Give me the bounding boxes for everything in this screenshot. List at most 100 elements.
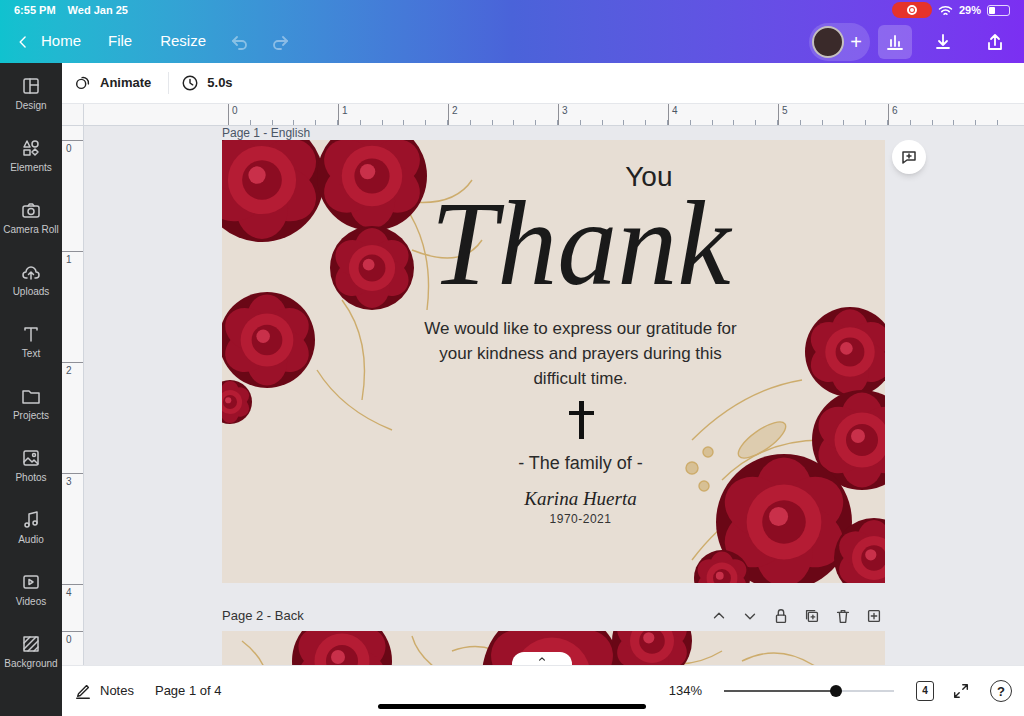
card-title[interactable]: Thank xyxy=(431,192,731,296)
ruler-label: 1 xyxy=(339,104,448,117)
music-note-icon xyxy=(21,510,41,530)
sidebar-label: Elements xyxy=(10,162,52,174)
add-collaborator[interactable]: + xyxy=(850,32,862,52)
sidebar-label: Photos xyxy=(15,472,46,484)
page-label: Page 1 - English xyxy=(222,126,1024,140)
sidebar-item[interactable]: Elements xyxy=(0,125,62,187)
editor: Animate5.0s0123456012340Page 1 - English… xyxy=(62,63,1024,716)
card-message[interactable]: We would like to express our gratitude f… xyxy=(424,316,736,391)
ruler-tick xyxy=(801,120,823,125)
avatar[interactable] xyxy=(812,26,844,58)
sidebar-item[interactable]: Projects xyxy=(0,373,62,435)
lock-icon[interactable] xyxy=(772,607,790,625)
ruler-tick xyxy=(559,120,581,125)
elements-icon xyxy=(21,138,41,158)
status-right: 29% xyxy=(892,2,1010,19)
message-line: We would like to express our gratitude f… xyxy=(424,316,736,341)
status-bar: 6:55 PMWed Jan 2529% xyxy=(0,0,1024,20)
trash-icon[interactable] xyxy=(834,607,852,625)
share-icon xyxy=(985,32,1005,52)
share-button[interactable] xyxy=(978,25,1012,59)
duplicate-icon[interactable] xyxy=(803,607,821,625)
menu-item[interactable]: Resize xyxy=(160,30,206,53)
ruler-tick xyxy=(273,120,295,125)
toolbar: Animate 5.0s xyxy=(62,63,1024,104)
ruler-ticks xyxy=(669,120,778,125)
sidebar-item[interactable]: Background xyxy=(0,621,62,683)
undo-icon[interactable] xyxy=(230,32,250,52)
text-icon xyxy=(21,324,41,344)
top-actions: + xyxy=(809,23,1012,61)
menu: File Resize xyxy=(108,30,206,53)
home-button[interactable]: Home xyxy=(16,30,81,53)
ruler-mark: 0 xyxy=(62,140,83,251)
page-count: 4 xyxy=(922,686,928,696)
redo-icon[interactable] xyxy=(270,32,290,52)
battery-fill xyxy=(989,7,995,14)
ruler-row: 0123456 xyxy=(62,104,1024,126)
download-button[interactable] xyxy=(926,25,960,59)
recording-indicator xyxy=(892,2,932,18)
notes-button[interactable]: Notes xyxy=(74,681,134,701)
page-grid-button[interactable]: 4 xyxy=(916,681,934,701)
deceased-name[interactable]: Karina Huerta xyxy=(524,487,636,511)
photo-icon xyxy=(21,448,41,468)
family-label[interactable]: - The family of - xyxy=(518,451,643,475)
ruler-ticks xyxy=(229,120,338,125)
ruler-tick xyxy=(866,120,888,125)
ruler-mark: 6 xyxy=(888,104,998,125)
page-actions xyxy=(710,607,883,625)
sidebar-label: Camera Roll xyxy=(3,224,59,236)
zoom-slider[interactable] xyxy=(724,690,894,692)
sidebar-item[interactable]: Uploads xyxy=(0,249,62,311)
ruler-tick xyxy=(756,120,778,125)
animate-label: Animate xyxy=(100,73,151,93)
top-bar: 6:55 PMWed Jan 2529% Home File Resize + xyxy=(0,0,1024,63)
help-button[interactable]: ? xyxy=(990,680,1012,702)
sidebar-label: Background xyxy=(4,658,57,670)
sidebar-item[interactable]: Text xyxy=(0,311,62,373)
add-page-icon[interactable] xyxy=(865,607,883,625)
ruler-label: 1 xyxy=(62,252,83,266)
duration-button[interactable]: 5.0s xyxy=(181,73,232,93)
card-title-small[interactable]: You xyxy=(416,162,746,192)
ruler-ticks xyxy=(449,120,558,125)
comment-add-icon xyxy=(899,147,919,167)
ruler-label: 2 xyxy=(62,363,83,377)
design-page[interactable]: YouThank We would like to express our gra… xyxy=(222,140,885,583)
horizontal-ruler: 0123456 xyxy=(84,104,1024,125)
chevron-up-icon[interactable] xyxy=(710,607,728,625)
sidebar-item[interactable]: Audio xyxy=(0,497,62,559)
expand-icon[interactable] xyxy=(952,682,970,700)
sidebar-item[interactable]: Design xyxy=(0,63,62,125)
sidebar-item[interactable]: Camera Roll xyxy=(0,187,62,249)
ruler-tick xyxy=(229,120,251,125)
collaborators[interactable]: + xyxy=(809,23,870,61)
home-indicator[interactable] xyxy=(378,704,646,709)
animate-button[interactable]: Animate xyxy=(74,73,151,93)
ruler-tick xyxy=(954,120,976,125)
zoom-thumb[interactable] xyxy=(830,685,842,697)
cross-icon[interactable] xyxy=(569,401,593,439)
ruler-mark: 1 xyxy=(62,251,83,362)
chevron-down-icon[interactable] xyxy=(741,607,759,625)
cross-vertical xyxy=(579,401,584,439)
hatch-icon xyxy=(21,634,41,654)
ruler-tick xyxy=(603,120,625,125)
zoom-fill xyxy=(724,690,836,692)
sidebar-item[interactable]: Photos xyxy=(0,435,62,497)
add-comment-button[interactable] xyxy=(892,140,926,174)
deceased-years[interactable]: 1970-2021 xyxy=(550,511,612,527)
ruler-mark: 3 xyxy=(62,473,83,584)
pages-drawer-handle[interactable] xyxy=(512,652,572,665)
ruler-label: 4 xyxy=(669,104,778,117)
zoom-value[interactable]: 134% xyxy=(669,681,702,701)
ruler-tick xyxy=(536,120,558,125)
design-icon xyxy=(21,76,41,96)
menu-item[interactable]: File xyxy=(108,30,132,53)
sidebar-item[interactable]: Videos xyxy=(0,559,62,621)
ruler-label: 3 xyxy=(62,474,83,488)
vertical-ruler: 012340 xyxy=(62,126,84,665)
insights-button[interactable] xyxy=(878,25,912,59)
download-icon xyxy=(933,32,953,52)
